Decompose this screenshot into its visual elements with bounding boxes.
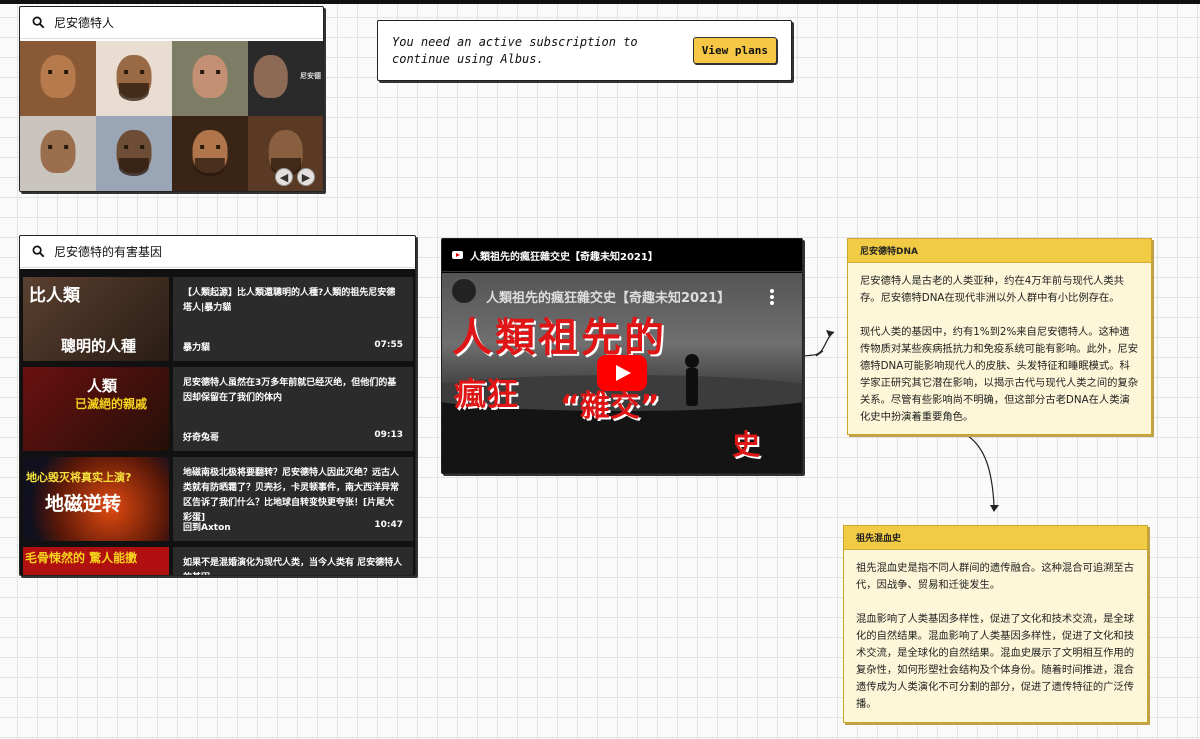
note-card[interactable]: 尼安德特DNA 尼安德特人是古老的人类亚种，约在4万年前与现代人类共存。尼安德特… bbox=[847, 238, 1152, 435]
thumbnail-text: 毛骨悚然的 驚人能擻 bbox=[25, 551, 138, 565]
video-overlay-title: 人類祖先的瘋狂雜交史【奇趣未知2021】 bbox=[486, 291, 731, 306]
video-channel: 暴力貓 bbox=[183, 343, 211, 353]
more-options-icon bbox=[770, 289, 774, 293]
note-paragraph: 尼安德特人是古老的人类亚种，约在4万年前与现代人类共存。尼安德特DNA在现代非洲… bbox=[860, 275, 1124, 304]
image-result[interactable] bbox=[172, 41, 248, 116]
note-paragraph: 祖先混血史是指不同人群间的遗传融合。这种混合可追溯至古代，因战争、贸易和迁徙发生… bbox=[856, 562, 1135, 591]
carousel-next-button[interactable]: ▶ bbox=[297, 168, 315, 186]
video-title[interactable]: 【人類起源】比人類還聰明的人種?人類的祖先尼安德塔人|暴力貓 bbox=[183, 286, 403, 336]
thumbnail-text: 人類 bbox=[87, 377, 118, 395]
video-thumbnail[interactable]: 人類 已滅絕的親戚 bbox=[23, 367, 169, 451]
top-bar bbox=[0, 0, 1200, 4]
video-info: 尼安德特人虽然在3万多年前就已经灭绝，但他们的基因却保留在了我们的体内 好奇兔哥… bbox=[173, 367, 413, 451]
video-thumbnail[interactable]: 比人類 聰明的人種 bbox=[23, 277, 169, 361]
video-result[interactable]: 比人類 聰明的人種 【人類起源】比人類還聰明的人種?人類的祖先尼安德塔人|暴力貓… bbox=[20, 275, 415, 363]
thumbnail-text: 地心毁灭将真实上演? bbox=[26, 471, 132, 484]
video-thumbnail[interactable]: 地心毁灭将真实上演? 地磁逆转 bbox=[23, 457, 169, 541]
video-title[interactable]: 尼安德特人虽然在3万多年前就已经灭绝，但他们的基因却保留在了我们的体内 bbox=[183, 376, 403, 426]
arrow-head-right bbox=[826, 330, 834, 337]
thumbnail-text: 比人類 bbox=[29, 286, 80, 306]
play-icon bbox=[616, 365, 631, 381]
video-result[interactable]: 地心毁灭将真实上演? 地磁逆转 地磁南极北极将要翻转？尼安德特人因此灭绝？远古人… bbox=[20, 455, 415, 543]
channel-avatar bbox=[452, 279, 476, 303]
video-duration: 09:13 bbox=[374, 430, 403, 440]
note-paragraph: 混血影响了人类基因多样性，促进了文化和技术交流，是全球化的自然结果。混血影响了人… bbox=[856, 613, 1135, 710]
image-result[interactable] bbox=[20, 41, 96, 116]
image-result-caption: 尼安德 bbox=[300, 72, 321, 80]
subscription-message: You need an active subscription to conti… bbox=[392, 34, 638, 66]
subscription-notice: You need an active subscription to conti… bbox=[377, 20, 792, 81]
video-thumbnail[interactable]: 毛骨悚然的 驚人能擻 bbox=[23, 547, 169, 575]
note-title: 祖先混血史 bbox=[844, 526, 1147, 550]
video-result[interactable]: 毛骨悚然的 驚人能擻 如果不是混婚演化为现代人类，当今人类有 尼安德特人的基因 bbox=[20, 545, 415, 575]
video-results-list: 比人類 聰明的人種 【人類起源】比人類還聰明的人種?人類的祖先尼安德塔人|暴力貓… bbox=[20, 269, 415, 575]
view-plans-button[interactable]: View plans bbox=[692, 37, 777, 64]
video-info: 如果不是混婚演化为现代人类，当今人类有 尼安德特人的基因 bbox=[173, 547, 413, 575]
video-duration: 07:55 bbox=[374, 340, 403, 350]
video-result[interactable]: 人類 已滅絕的親戚 尼安德特人虽然在3万多年前就已经灭绝，但他们的基因却保留在了… bbox=[20, 365, 415, 453]
video-title[interactable]: 地磁南极北极将要翻转？尼安德特人因此灭绝？远古人类就有防晒霜了？贝壳衫，卡灵顿事… bbox=[183, 466, 403, 522]
video-channel: 回到Axton bbox=[183, 523, 231, 533]
video-player: 人類祖先的瘋狂雜交史【奇趣未知2021】 人類祖先的瘋狂雜交史【奇趣未知2021… bbox=[441, 238, 803, 474]
image-search-bar[interactable]: 尼安德特人 bbox=[20, 7, 323, 39]
video-frame[interactable]: 人類祖先的瘋狂雜交史【奇趣未知2021】 人類祖先的 瘋狂 “雜交” 史 bbox=[442, 273, 802, 473]
thumbnail-text: 聰明的人種 bbox=[61, 337, 137, 355]
video-title[interactable]: 如果不是混婚演化为现代人类，当今人类有 尼安德特人的基因 bbox=[183, 556, 403, 575]
video-duration: 10:47 bbox=[374, 520, 403, 530]
note-card[interactable]: 祖先混血史 祖先混血史是指不同人群间的遗传融合。这种混合可追溯至古代，因战争、贸… bbox=[843, 525, 1148, 723]
video-info: 地磁南极北极将要翻转？尼安德特人因此灭绝？远古人类就有防晒霜了？贝壳衫，卡灵顿事… bbox=[173, 457, 413, 541]
arrow-head-down bbox=[990, 505, 999, 512]
video-channel: 好奇兔哥 bbox=[183, 433, 220, 443]
image-result[interactable] bbox=[96, 116, 172, 191]
connector-note1-to-note2 bbox=[967, 435, 995, 506]
video-big-text: 瘋狂 bbox=[454, 375, 519, 413]
note-title: 尼安德特DNA bbox=[848, 239, 1151, 263]
note-body: 尼安德特人是古老的人类亚种，约在4万年前与现代人类共存。尼安德特DNA在现代非洲… bbox=[848, 263, 1151, 436]
note-body: 祖先混血史是指不同人群间的遗传融合。这种混合可追溯至古代，因战争、贸易和迁徙发生… bbox=[844, 550, 1147, 723]
image-result[interactable] bbox=[172, 116, 248, 191]
video-player-title: 人類祖先的瘋狂雜交史【奇趣未知2021】 bbox=[470, 251, 658, 263]
video-player-header: 人類祖先的瘋狂雜交史【奇趣未知2021】 bbox=[442, 239, 802, 272]
search-icon bbox=[32, 16, 45, 29]
connector-player-to-note1-hook bbox=[815, 350, 824, 357]
image-results-grid: 尼安德 bbox=[20, 41, 323, 191]
thumbnail-text: 地磁逆转 bbox=[45, 493, 122, 515]
image-result[interactable]: 尼安德 bbox=[248, 41, 323, 116]
search-icon bbox=[32, 245, 45, 258]
connector-player-to-note1 bbox=[802, 331, 835, 357]
note-paragraph: 现代人类的基因中，约有1%到2%来自尼安德特人。这种遗传物质对某些疾病抵抗力和免… bbox=[860, 326, 1139, 423]
image-search-query: 尼安德特人 bbox=[54, 16, 115, 30]
youtube-icon bbox=[452, 251, 463, 259]
video-search-bar[interactable]: 尼安德特的有害基因 bbox=[20, 236, 415, 268]
play-button[interactable] bbox=[597, 355, 647, 391]
video-search-query: 尼安德特的有害基因 bbox=[54, 245, 163, 259]
image-search-widget: 尼安德特人 尼安德 ◀ ▶ bbox=[19, 6, 324, 192]
video-big-text: 史 bbox=[732, 428, 761, 461]
video-search-widget: 尼安德特的有害基因 比人類 聰明的人種 【人類起源】比人類還聰明的人種?人類的祖… bbox=[19, 235, 416, 576]
carousel-prev-button[interactable]: ◀ bbox=[275, 168, 293, 186]
thumbnail-text: 已滅絕的親戚 bbox=[75, 397, 148, 411]
video-info: 【人類起源】比人類還聰明的人種?人類的祖先尼安德塔人|暴力貓 暴力貓 07:55 bbox=[173, 277, 413, 361]
image-result[interactable] bbox=[96, 41, 172, 116]
image-result[interactable] bbox=[20, 116, 96, 191]
